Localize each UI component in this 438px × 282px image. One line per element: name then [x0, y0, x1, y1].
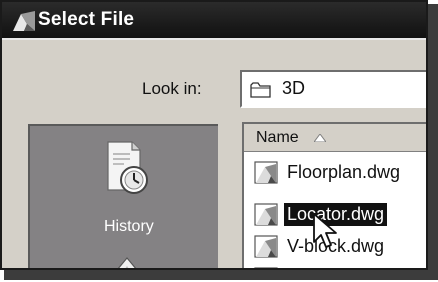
title-bar[interactable]: Select File [2, 2, 426, 40]
places-bar: History [28, 124, 218, 270]
file-row-locator[interactable]: Locator.dwg [254, 200, 426, 230]
look-in-dropdown[interactable]: 3D [240, 70, 426, 108]
history-icon[interactable] [104, 140, 150, 196]
dwg-file-icon [254, 203, 278, 226]
autocad-app-icon [13, 11, 35, 31]
column-header-name[interactable]: Name [244, 124, 426, 152]
mouse-pointer-icon [313, 213, 337, 248]
file-name: Floorplan.dwg [287, 162, 401, 182]
file-row-partial[interactable] [254, 264, 426, 268]
places-item-history-label[interactable]: History [104, 218, 154, 236]
dwg-file-icon [254, 267, 278, 268]
dwg-file-icon [254, 161, 278, 184]
dwg-file-icon [254, 235, 278, 258]
sort-ascending-icon [314, 134, 326, 142]
column-header-label: Name [256, 129, 299, 146]
look-in-label: Look in: [142, 79, 202, 98]
window-title: Select File [38, 9, 135, 30]
file-row-floorplan[interactable]: Floorplan.dwg [254, 158, 426, 188]
look-in-value: 3D [282, 78, 306, 98]
folder-icon [250, 82, 271, 98]
file-row-v-block[interactable]: V-block.dwg [254, 232, 426, 262]
select-file-dialog: Select File Look in: 3D History Name Flo… [0, 0, 428, 270]
my-documents-icon[interactable] [108, 256, 146, 270]
